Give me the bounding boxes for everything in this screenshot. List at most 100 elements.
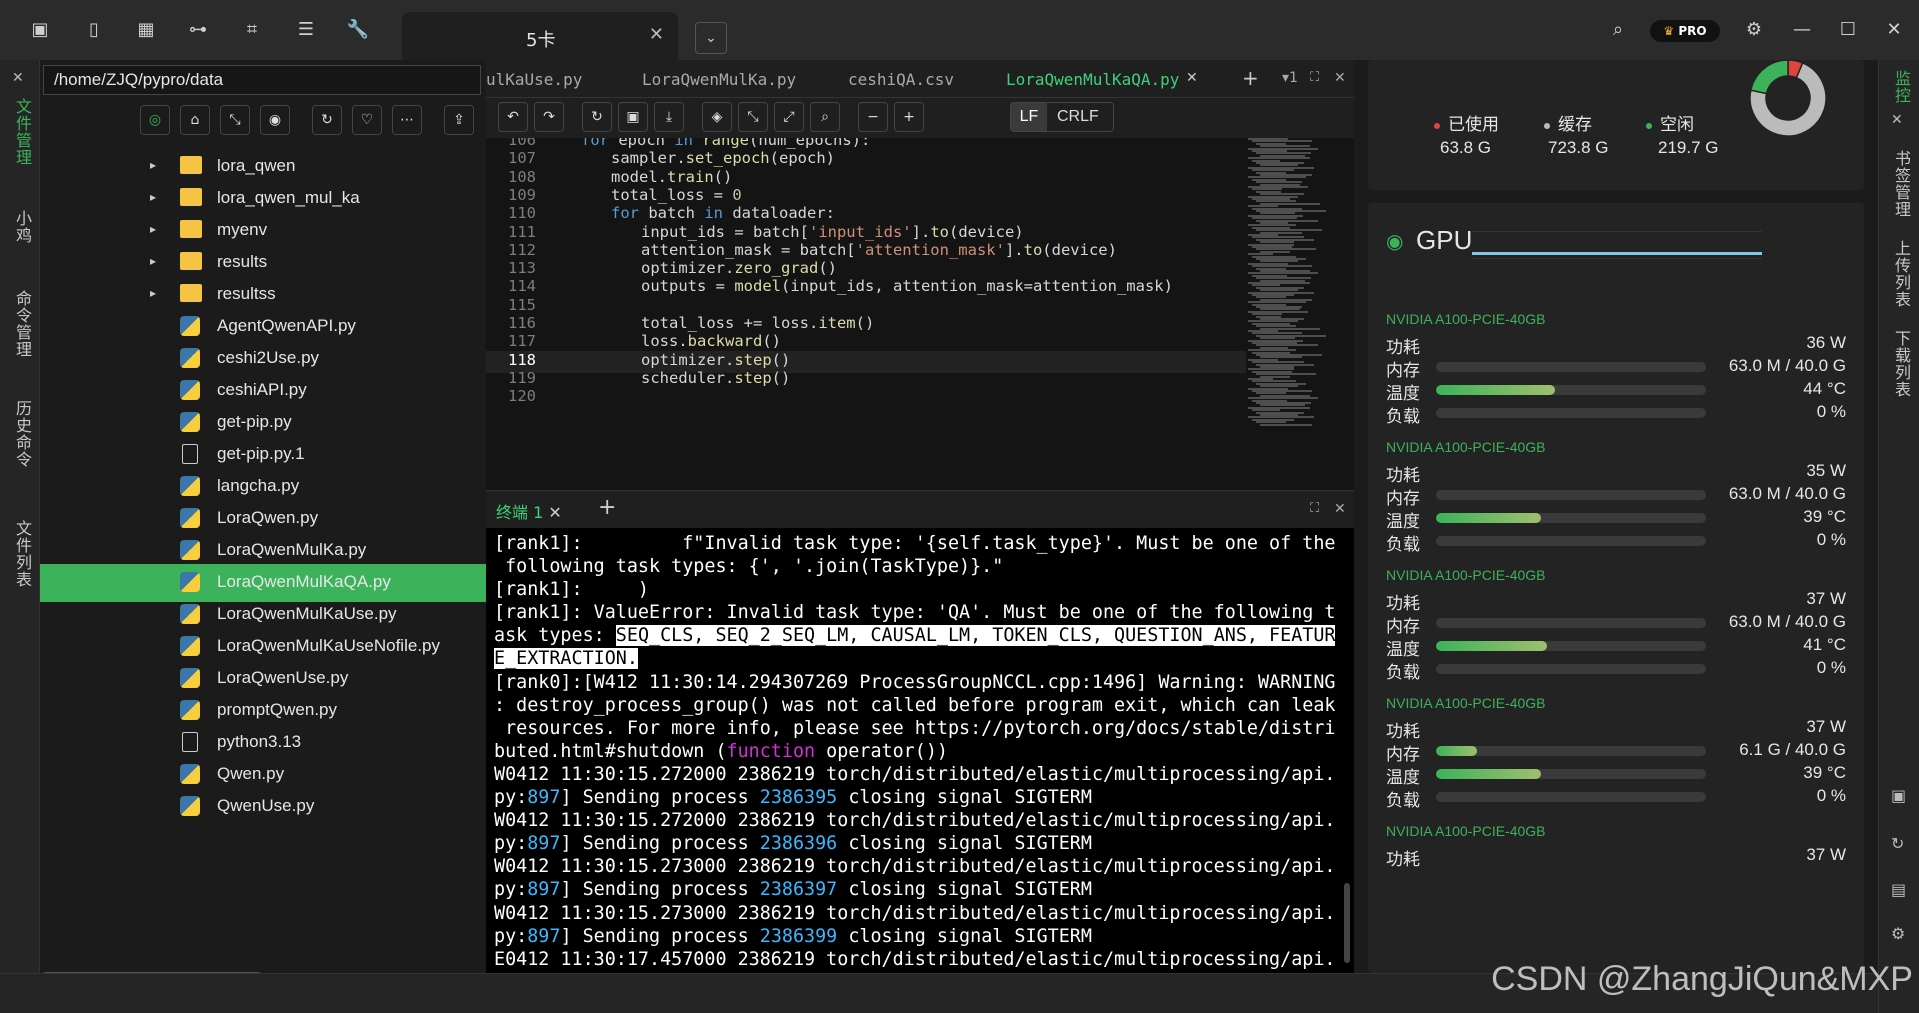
chevron-right-icon[interactable]: ▸ [150,286,156,300]
terminal-lines: [rank1]: f"Invalid task type: '{self.tas… [494,532,1346,971]
memory-cache-label: 缓存 [1558,115,1592,134]
chevron-right-icon[interactable]: ▸ [150,254,156,268]
expand-icon[interactable]: ⤢ [774,102,804,132]
editor-tab-active[interactable]: LoraQwenMulKaQA.py [1006,70,1179,89]
console-icon[interactable]: ⌗ [240,18,264,42]
code-line[interactable]: 120 [486,387,1246,409]
collapse-icon[interactable]: ⤡ [220,105,250,135]
line-number: 112 [508,240,536,259]
fullscreen-icon[interactable]: ⛶ [1310,501,1319,516]
file-icon [182,444,198,464]
add-terminal-icon[interactable]: + [598,495,616,520]
rail-upload-list[interactable]: 上传列表 [1889,240,1913,308]
chevron-right-icon[interactable]: ▸ [150,158,156,172]
rail-monitor[interactable]: 监控 [1889,70,1913,104]
chevron-down-icon[interactable]: ⌄ [695,22,727,54]
terminal-output[interactable]: [rank1]: f"Invalid task type: '{self.tas… [486,528,1354,973]
python-file-icon [180,380,200,400]
line-number: 110 [508,204,536,223]
close-icon[interactable]: ✕ [1334,70,1346,86]
terminal-scrollbar[interactable] [1344,883,1350,963]
list-icon[interactable]: ☰ [294,18,318,42]
search-icon[interactable]: ⌕ [810,102,840,132]
more-icon[interactable]: ⋯ [392,105,422,135]
tree-icon[interactable]: ⊶ [186,18,210,42]
eye-icon[interactable]: ◉ [260,105,290,135]
search-icon[interactable]: ⌕ [1606,18,1630,42]
home-icon[interactable]: ⌂ [180,105,210,135]
zoom-in-icon[interactable]: + [894,102,924,132]
eye-icon[interactable]: ◉ [1386,229,1412,255]
close-icon[interactable]: ✕ [649,24,664,45]
close-icon[interactable]: ✕ [12,70,24,86]
gear-icon[interactable]: ⚙ [1742,18,1766,42]
top-bar: ▣ ▯ ▦ ⊶ ⌗ ☰ 🔧 5卡 ✕ ⌄ ⌕ ♛ PRO ⚙ — ☐ ✕ [0,0,1919,60]
crlf-option[interactable]: CRLF [1057,108,1099,126]
file-row[interactable]: QwenUse.py [40,788,486,826]
gpu-power-label: 功耗 [1386,466,1420,485]
close-icon[interactable]: ✕ [1186,70,1198,86]
terminal-icon[interactable]: ▣ [28,18,52,42]
save-icon[interactable]: ▣ [618,102,648,132]
rail-history-commands[interactable]: 历史命令 [10,400,34,468]
minimize-icon[interactable]: — [1790,18,1814,42]
chevron-right-icon[interactable]: ▸ [150,222,156,236]
code-editor[interactable]: 106 for epoch in range(num_epochs): 107 sam… [486,138,1354,490]
editor-tab[interactable]: LoraQwenMulKa.py [642,70,796,89]
editor-tab[interactable]: ulKaUse.py [486,70,582,89]
path-input[interactable] [43,65,481,95]
terminal-header: 终端 1 ✕ + ⛶ ✕ [486,490,1354,528]
terminal-icon[interactable]: ▣ [1891,786,1906,805]
gpu-temp-value: 44 °C [1803,379,1846,398]
rail-bookmarks[interactable]: 书签管理 [1889,150,1913,218]
gpu-card: ◉ GPU NVIDIA A100-PCIE-40GB 功耗 36 W 内存 63.0 … [1368,203,1864,973]
add-tab-icon[interactable]: + [1242,66,1259,90]
line-ending-toggle[interactable]: LF CRLF [1010,102,1114,132]
compass-icon[interactable]: ◈ [702,102,732,132]
wrench-icon[interactable]: 🔧 [346,18,370,42]
tab-count[interactable]: ▾1 [1282,70,1298,86]
locate-icon[interactable]: ◎ [140,105,170,135]
close-icon[interactable]: ✕ [1334,501,1346,517]
save-icon[interactable]: ▤ [1891,880,1906,899]
session-tab[interactable]: 5卡 ✕ [402,12,678,60]
collapse-icon[interactable]: ⤡ [738,102,768,132]
download-icon[interactable]: ⤓ [654,102,684,132]
reload-icon[interactable]: ↻ [582,102,612,132]
gpu-temp-label: 温度 [1386,768,1420,787]
terminal-line: : destroy_process_group() was not called… [494,694,1336,716]
memory-cache-value: 723.8 G [1548,138,1609,157]
file-name: python3.13 [217,732,302,751]
lf-option[interactable]: LF [1011,103,1047,131]
rail-command-manager[interactable]: 命令管理 [10,290,34,358]
python-file-icon [180,348,200,368]
pro-badge-label: PRO [1678,24,1707,38]
maximize-icon[interactable]: ☐ [1836,18,1860,42]
refresh-icon[interactable]: ↻ [1891,834,1904,853]
bookmark-icon[interactable]: ▯ [82,18,106,42]
minimap[interactable] [1246,138,1326,438]
pro-badge[interactable]: ♛ PRO [1650,20,1720,42]
file-name: LoraQwenMulKa.py [217,540,367,559]
refresh-icon[interactable]: ↻ [312,105,342,135]
rail-file-manager[interactable]: 文件管理 [10,98,34,166]
upload-icon[interactable]: ⇪ [444,105,474,135]
terminal-tab[interactable]: 终端 1 ✕ [496,499,562,523]
gpu-load-value: 0 % [1816,402,1846,421]
undo-icon[interactable]: ↶ [498,102,528,132]
redo-icon[interactable]: ↷ [534,102,564,132]
heart-icon[interactable]: ♡ [352,105,382,135]
rail-download-list[interactable]: 下载列表 [1889,330,1913,398]
rail-file-list[interactable]: 文件列表 [10,520,34,588]
close-icon[interactable]: ✕ [1891,112,1903,128]
fullscreen-icon[interactable]: ⛶ [1310,70,1319,85]
editor-tab[interactable]: ceshiQA.csv [848,70,954,89]
grid-icon[interactable]: ▦ [134,18,158,42]
gear-icon[interactable]: ⚙ [1891,924,1905,943]
code-text: outputs = model(input_ids, attention_mas… [641,277,1173,296]
close-window-icon[interactable]: ✕ [1882,18,1906,42]
zoom-out-icon[interactable]: − [858,102,888,132]
close-icon[interactable]: ✕ [548,503,561,522]
chevron-right-icon[interactable]: ▸ [150,190,156,204]
rail-xiaoji[interactable]: 小鸡 [10,210,34,244]
